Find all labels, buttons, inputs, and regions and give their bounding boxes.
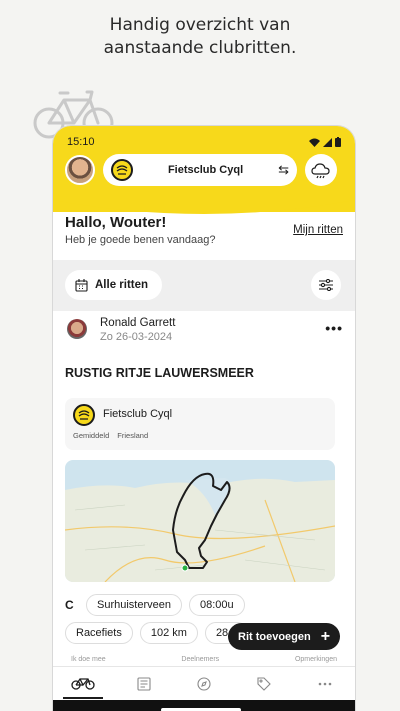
filter-settings-button[interactable] bbox=[311, 270, 341, 300]
ride-owner-row: Ronald Garrett Zo 26-03-2024 ••• bbox=[65, 316, 343, 346]
map-graphic bbox=[65, 472, 335, 582]
tab-more[interactable] bbox=[305, 669, 345, 699]
club-logo-icon bbox=[111, 159, 133, 181]
tab-news[interactable] bbox=[124, 669, 164, 699]
start-place-chip: Surhuisterveen bbox=[86, 594, 182, 616]
tags-icon bbox=[257, 676, 272, 691]
ride-title: RUSTIG RITJE LAUWERSMEER bbox=[65, 366, 254, 380]
join-label[interactable]: Ik doe mee bbox=[71, 656, 106, 663]
signal-icon bbox=[323, 137, 332, 147]
tab-explore[interactable] bbox=[184, 669, 224, 699]
weather-button[interactable] bbox=[305, 154, 337, 186]
system-nav-bar bbox=[53, 700, 355, 711]
status-bar: 15:10 bbox=[67, 135, 341, 149]
greeting-section: Hallo, Wouter! Heb je goede benen vandaa… bbox=[65, 214, 343, 246]
compass-icon bbox=[197, 676, 211, 691]
more-options-icon[interactable]: ••• bbox=[325, 320, 343, 336]
phone-screen: 15:10 Fietsclub Cyql ⇆ Hallo, Wouter! He… bbox=[53, 126, 355, 711]
club-logo-icon bbox=[73, 404, 95, 426]
filter-bar: Alle ritten bbox=[53, 260, 355, 311]
club-switcher[interactable]: Fietsclub Cyql ⇆ bbox=[103, 154, 297, 186]
tab-rides[interactable] bbox=[63, 669, 104, 699]
all-rides-button[interactable]: Alle ritten bbox=[65, 270, 163, 300]
ride-club-name: Fietsclub Cyql bbox=[103, 408, 173, 420]
add-ride-label: Rit toevoegen bbox=[238, 630, 311, 643]
club-tags: Gemiddeld Friesland bbox=[73, 431, 148, 440]
user-avatar[interactable] bbox=[65, 155, 95, 185]
headline-line-2: aanstaande clubritten. bbox=[103, 38, 297, 58]
calendar-icon bbox=[75, 278, 88, 292]
my-rides-link[interactable]: Mijn ritten bbox=[293, 224, 343, 236]
promo-headline: Handig overzicht van aanstaande clubritt… bbox=[0, 14, 400, 60]
swap-arrows-icon: ⇆ bbox=[278, 162, 289, 177]
wifi-icon bbox=[309, 138, 320, 147]
owner-avatar[interactable] bbox=[67, 319, 87, 339]
owner-date: Zo 26-03-2024 bbox=[100, 331, 173, 343]
plus-icon: + bbox=[320, 627, 331, 645]
add-ride-button[interactable]: Rit toevoegen + bbox=[228, 623, 341, 650]
bike-icon bbox=[71, 677, 95, 690]
bike-type-chip: Racefiets bbox=[65, 622, 133, 644]
comments-label[interactable]: Opmerkingen bbox=[295, 656, 337, 663]
distance-chip: 102 km bbox=[139, 622, 198, 644]
tab-offers[interactable] bbox=[244, 669, 284, 699]
battery-icon bbox=[335, 137, 341, 147]
headline-line-1: Handig overzicht van bbox=[109, 15, 291, 35]
ride-club-card[interactable]: Fietsclub Cyql Gemiddeld Friesland bbox=[65, 398, 335, 450]
owner-name: Ronald Garrett bbox=[100, 317, 176, 329]
all-rides-label: Alle ritten bbox=[95, 279, 149, 291]
route-map[interactable] bbox=[65, 460, 335, 582]
club-tag: Gemiddeld bbox=[73, 431, 110, 440]
newspaper-icon bbox=[137, 676, 151, 691]
club-name: Fietsclub Cyql bbox=[167, 164, 244, 176]
sliders-icon bbox=[319, 279, 333, 291]
cloud-sun-icon bbox=[311, 163, 330, 179]
club-tag: Friesland bbox=[117, 431, 149, 440]
participants-label[interactable]: Deelnemers bbox=[181, 656, 219, 663]
ride-category: C bbox=[65, 598, 74, 612]
more-icon bbox=[318, 682, 332, 685]
start-time-chip: 08:00u bbox=[189, 594, 245, 616]
bottom-tab-bar bbox=[53, 666, 355, 700]
status-time: 15:10 bbox=[67, 136, 95, 148]
ride-actions: Ik doe mee Deelnemers Opmerkingen bbox=[71, 656, 337, 663]
